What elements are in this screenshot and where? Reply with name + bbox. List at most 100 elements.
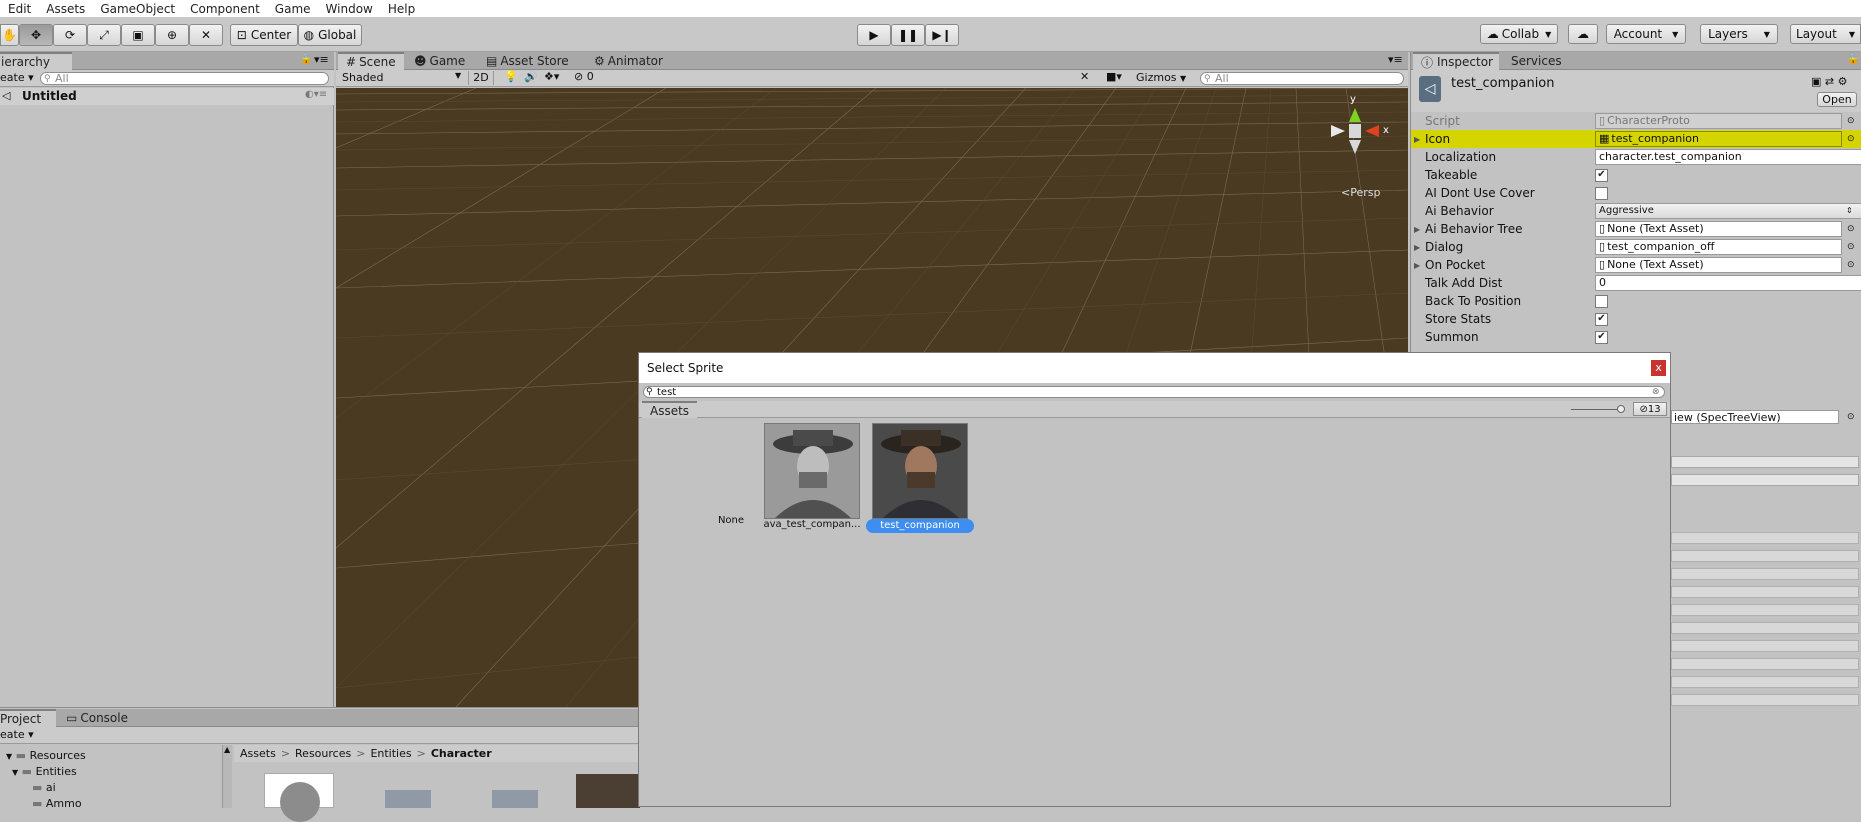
hidden-field-9[interactable] (1671, 676, 1859, 688)
summon-checkbox[interactable]: ✔ (1595, 330, 1608, 344)
menu-help[interactable]: Help (380, 2, 422, 16)
scene-search-input[interactable]: ⚲ All (1200, 72, 1404, 85)
object-picker-icon[interactable]: ⊙ (1847, 260, 1855, 270)
tab-scene[interactable]: # Scene (338, 52, 404, 70)
step-button[interactable]: ▶❙ (925, 24, 959, 46)
menu-gameobject[interactable]: GameObject (92, 2, 182, 16)
sprite-item-ava-test-companion[interactable]: ava_test_compan... (763, 423, 861, 533)
tab-hierarchy[interactable]: Hierarchy (0, 52, 72, 70)
rect-tool-icon[interactable]: ▣ (121, 24, 155, 46)
layout-dropdown[interactable]: Layout ▼ (1790, 24, 1861, 44)
scene-options-icon[interactable]: ◐▾≡ (305, 89, 327, 100)
object-picker-icon[interactable]: ⊙ (1847, 242, 1855, 252)
script-field[interactable]: ▯ CharacterProto (1595, 113, 1842, 129)
play-button[interactable]: ▶ (857, 24, 891, 46)
persp-label[interactable]: <Persp (1341, 186, 1380, 199)
menu-component[interactable]: Component (182, 2, 267, 16)
back-to-position-checkbox[interactable] (1595, 294, 1608, 308)
tab-project[interactable]: Project (0, 709, 56, 727)
tab-asset-store[interactable]: ▤ Asset Store (478, 52, 577, 70)
breadcrumb-entities[interactable]: Entities (370, 747, 411, 760)
visible-count-badge[interactable]: ⊘13 (1633, 402, 1667, 416)
hidden-field-10[interactable] (1671, 694, 1859, 706)
close-button[interactable]: x (1651, 360, 1666, 376)
menu-edit[interactable]: Edit (0, 2, 38, 16)
tools-icon[interactable]: ✕ (1080, 70, 1089, 83)
tab-console[interactable]: ▭ Console (58, 709, 136, 727)
localization-input[interactable]: character.test_companion (1595, 149, 1861, 165)
lock-icon[interactable]: 🔒 (300, 54, 312, 65)
expand-triangle-icon[interactable]: ▶ (1414, 261, 1420, 270)
cloud-button[interactable]: ☁ (1568, 24, 1598, 44)
tab-inspector[interactable]: ⓘ Inspector (1413, 52, 1499, 70)
audio-icon[interactable]: 🔊 (524, 70, 538, 83)
panel-menu-icon[interactable]: ▾≡ (1388, 53, 1403, 66)
custom-tool-icon[interactable]: ✕ (189, 24, 223, 46)
hidden-field-5[interactable] (1671, 604, 1859, 616)
menu-assets[interactable]: Assets (38, 2, 92, 16)
scene-row[interactable]: ◁ Untitled ◐▾≡ (0, 88, 334, 105)
tree-item-ai[interactable]: ▬ ai (32, 781, 56, 794)
menu-game[interactable]: Game (267, 2, 318, 16)
hidden-field-1[interactable] (1671, 532, 1859, 544)
hidden-field-7[interactable] (1671, 640, 1859, 652)
breadcrumb-assets[interactable]: Assets (240, 747, 276, 760)
spec-tree-view-field[interactable]: iew (SpecTreeView) (1671, 410, 1839, 424)
object-picker-icon[interactable]: ⊙ (1847, 224, 1855, 234)
tab-animator[interactable]: ⚙ Animator (586, 52, 671, 70)
ai-behavior-dropdown[interactable]: Aggressive ⇕ (1595, 203, 1861, 219)
hidden-field-2[interactable] (1671, 550, 1859, 562)
pivot-center-button[interactable]: ⊡ Center (230, 24, 298, 46)
asset-thumb-2[interactable] (385, 790, 431, 808)
transform-tool-icon[interactable]: ⊕ (155, 24, 189, 46)
hidden-dropdown-1[interactable] (1671, 456, 1859, 468)
store-stats-checkbox[interactable]: ✔ (1595, 312, 1608, 326)
gizmos-dropdown[interactable]: Gizmos ▼ (1136, 71, 1186, 84)
expand-triangle-icon[interactable]: ▶ (1414, 225, 1420, 234)
scale-tool-icon[interactable]: ⤢ (87, 24, 121, 46)
hand-tool-icon[interactable]: ✋ (0, 24, 19, 46)
zoom-slider-handle[interactable] (1617, 405, 1625, 413)
header-icons[interactable]: ▣ ⇄ ⚙ (1811, 75, 1847, 88)
asset-thumb-1[interactable] (264, 773, 334, 822)
talk-add-dist-input[interactable]: 0 (1595, 275, 1861, 291)
collab-button[interactable]: ☁ Collab ▼ (1480, 24, 1558, 44)
layers-dropdown[interactable]: Layers ▼ (1700, 24, 1778, 44)
dialog-field[interactable]: ▯ test_companion_off (1595, 239, 1842, 255)
pause-button[interactable]: ❚❚ (891, 24, 925, 46)
tree-item-ammo[interactable]: ▬ Ammo (32, 797, 82, 810)
tree-item-entities[interactable]: ▼ ▬ Entities (12, 765, 77, 778)
expand-triangle-icon[interactable]: ▶ (1414, 135, 1420, 144)
hierarchy-create-button[interactable]: eate ▾ (0, 71, 34, 84)
panel-menu-icon[interactable]: ▾≡ (314, 53, 329, 66)
hidden-objects-button[interactable]: ⊘ 0 (574, 70, 594, 83)
sprite-item-test-companion[interactable]: test_companion (866, 423, 974, 533)
object-picker-icon[interactable]: ⊙ (1847, 116, 1855, 126)
hierarchy-search-input[interactable]: ⚲ All (40, 72, 329, 85)
object-picker-icon[interactable]: ⊙ (1847, 134, 1855, 144)
tab-game[interactable]: ☻ Game (406, 52, 473, 70)
project-create-button[interactable]: eate ▾ (0, 728, 34, 741)
shading-dropdown[interactable]: Shaded ▼ (342, 71, 462, 85)
open-button[interactable]: Open (1817, 92, 1857, 107)
hidden-field-3[interactable] (1671, 568, 1859, 580)
tree-scrollbar[interactable]: ▲ (222, 745, 232, 808)
effects-icon[interactable]: ❖▾ (544, 70, 559, 83)
2d-toggle[interactable]: 2D (468, 71, 494, 85)
takeable-checkbox[interactable]: ✔ (1595, 168, 1608, 182)
account-dropdown[interactable]: Account ▼ (1606, 24, 1686, 44)
orientation-gizmo[interactable]: y x (1319, 94, 1399, 174)
breadcrumb-resources[interactable]: Resources (295, 747, 351, 760)
asset-thumb-portrait[interactable] (576, 774, 640, 808)
hidden-field-4[interactable] (1671, 586, 1859, 598)
tree-item-resources[interactable]: ▼ ▬ Resources (6, 749, 86, 762)
icon-field[interactable]: ▦ test_companion (1595, 131, 1842, 147)
rotate-tool-icon[interactable]: ⟳ (53, 24, 87, 46)
expand-triangle-icon[interactable]: ▶ (1414, 243, 1420, 252)
asset-thumb-3[interactable] (492, 790, 538, 808)
hidden-field-6[interactable] (1671, 622, 1859, 634)
breadcrumb-character[interactable]: Character (431, 747, 492, 760)
menu-window[interactable]: Window (318, 2, 380, 16)
move-tool-icon[interactable]: ✥ (19, 24, 53, 46)
zoom-slider[interactable] (1571, 409, 1621, 410)
